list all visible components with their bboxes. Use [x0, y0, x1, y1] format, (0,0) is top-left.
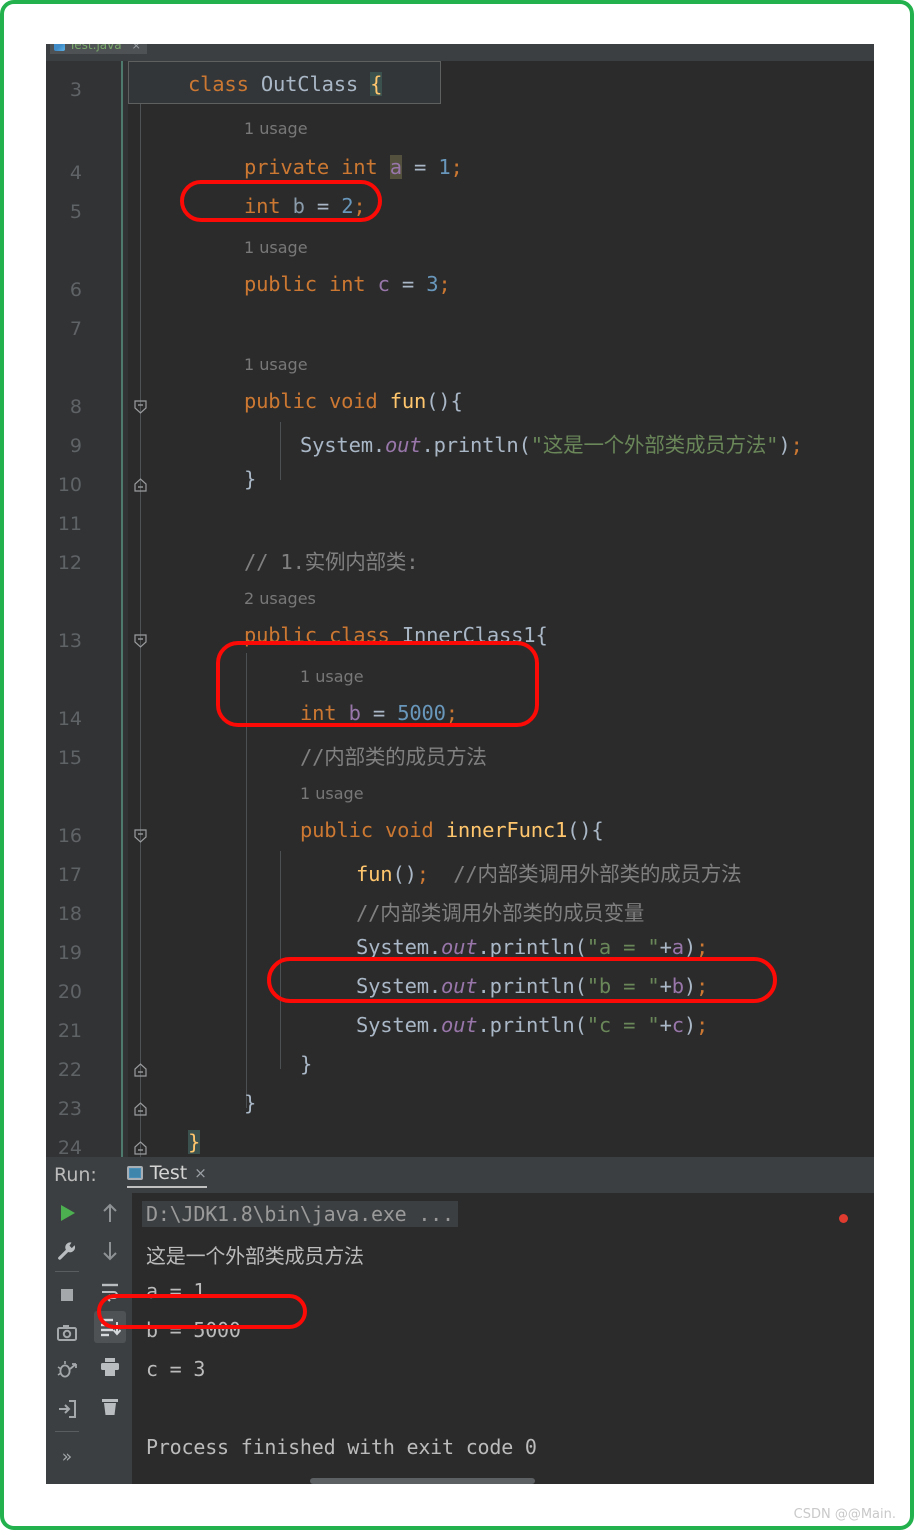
usage-hint[interactable]: 1 usage: [244, 238, 308, 257]
more-button[interactable]: »: [51, 1441, 83, 1473]
line-number: 21: [57, 1020, 82, 1042]
line-number-gutter: 3 4 5 6 7 8 9 10 11 12 13 14 15 16 17 18…: [46, 61, 128, 1157]
console-output[interactable]: D:\JDK1.8\bin\java.exe ... 这是一个外部类成员方法 a…: [132, 1193, 874, 1484]
editor-tab-label: Test.java: [69, 44, 122, 52]
run-toolbar-right: [88, 1193, 132, 1484]
editor-tab-strip: Test.java ×: [46, 44, 874, 61]
code-line-14[interactable]: int b = 5000;: [300, 701, 458, 725]
console-line: 这是一个外部类成员方法: [146, 1244, 364, 1268]
screenshot-button[interactable]: [51, 1317, 83, 1349]
console-status-dot: [839, 1214, 848, 1223]
line-number: 9: [69, 435, 82, 457]
line-number: 3: [69, 79, 82, 101]
screenshot-frame: Test.java × 3 4 5 6 7 8 9 10 11 12 13 14…: [0, 0, 914, 1530]
usage-hint[interactable]: 1 usage: [244, 355, 308, 374]
code-line-13[interactable]: public class InnerClass1{: [244, 623, 548, 647]
line-number: 20: [57, 981, 82, 1003]
close-icon[interactable]: ×: [194, 1164, 207, 1182]
java-file-icon: [54, 44, 65, 51]
console-line: c = 3: [146, 1357, 206, 1381]
stop-button[interactable]: [51, 1279, 83, 1311]
code-line-12[interactable]: // 1.实例内部类:: [244, 545, 419, 575]
console-line: Process finished with exit code 0: [146, 1435, 537, 1459]
code-line-18[interactable]: //内部类调用外部类的成员变量: [356, 896, 644, 926]
settings-button[interactable]: [51, 1235, 83, 1267]
line-number: 18: [57, 903, 82, 925]
run-tab-test[interactable]: Test ×: [126, 1162, 207, 1188]
debug-button[interactable]: [51, 1355, 83, 1387]
code-line-8[interactable]: public void fun(){: [244, 389, 463, 413]
indent-guide: [280, 851, 281, 1069]
close-icon[interactable]: ×: [132, 44, 141, 52]
gutter-separator: [121, 61, 123, 1157]
line-number: 8: [69, 396, 82, 418]
code-line-16[interactable]: public void innerFunc1(){: [300, 818, 604, 842]
usage-hint[interactable]: 2 usages: [244, 589, 316, 608]
run-label: Run:: [54, 1164, 97, 1186]
line-number: 15: [57, 747, 82, 769]
run-tab-label: Test: [149, 1162, 188, 1184]
line-number: 10: [57, 474, 82, 496]
usage-hint[interactable]: 1 usage: [300, 667, 364, 686]
line-number: 4: [69, 162, 82, 184]
line-number: 7: [69, 318, 82, 340]
code-content[interactable]: class OutClass { 1 usage private int a =…: [128, 61, 874, 1157]
ide-window: Test.java × 3 4 5 6 7 8 9 10 11 12 13 14…: [46, 44, 874, 1484]
code-line-5[interactable]: int b = 2;: [244, 194, 366, 218]
console-line: a = 1: [146, 1279, 206, 1303]
line-number: 16: [57, 825, 82, 847]
code-line-17[interactable]: fun(); //内部类调用外部类的成员方法: [356, 857, 742, 887]
console-line: b = 5000: [146, 1318, 241, 1342]
toolbar-divider: [55, 1271, 79, 1272]
run-panel-header: Run: Test ×: [46, 1157, 874, 1193]
console-line: D:\JDK1.8\bin\java.exe ...: [142, 1201, 458, 1227]
run-toolbar-left: »: [46, 1193, 88, 1484]
run-tool-window: Run: Test × » D:\JDK1.8\bin\java.exe ...…: [46, 1157, 874, 1484]
soft-wrap-button[interactable]: [94, 1275, 126, 1307]
indent-guide: [280, 422, 281, 480]
code-line-19[interactable]: System.out.println("a = "+a);: [356, 935, 708, 959]
line-number: 23: [57, 1098, 82, 1120]
scroll-to-end-button[interactable]: [94, 1311, 126, 1343]
code-line-9[interactable]: System.out.println("这是一个外部类成员方法");: [300, 428, 803, 458]
code-line-4[interactable]: private int a = 1;: [244, 155, 463, 179]
line-number: 24: [57, 1137, 82, 1157]
editor-tab-test-java[interactable]: Test.java ×: [50, 44, 147, 54]
console-horizontal-scrollbar[interactable]: [310, 1478, 535, 1484]
code-editor[interactable]: 3 4 5 6 7 8 9 10 11 12 13 14 15 16 17 18…: [46, 61, 874, 1157]
code-line-10[interactable]: }: [244, 467, 256, 491]
line-number: 11: [57, 513, 82, 535]
code-line-6[interactable]: public int c = 3;: [244, 272, 451, 296]
code-line-24[interactable]: }: [188, 1130, 200, 1154]
code-line-15[interactable]: //内部类的成员方法: [300, 740, 487, 770]
toolbar-divider: [55, 1431, 79, 1432]
export-button[interactable]: [51, 1393, 83, 1425]
line-number: 5: [69, 201, 82, 223]
line-number: 22: [57, 1059, 82, 1081]
line-number: 14: [57, 708, 82, 730]
indent-guide: [246, 653, 247, 1108]
code-line-23[interactable]: }: [244, 1091, 256, 1115]
code-line-21[interactable]: System.out.println("c = "+c);: [356, 1013, 708, 1037]
usage-hint[interactable]: 1 usage: [244, 119, 308, 138]
run-config-icon: [126, 1166, 143, 1180]
code-line-20[interactable]: System.out.println("b = "+b);: [356, 974, 708, 998]
rerun-button[interactable]: [51, 1197, 83, 1229]
up-button[interactable]: [94, 1197, 126, 1229]
usage-hint[interactable]: 1 usage: [300, 784, 364, 803]
more-chevrons-icon: »: [61, 1447, 73, 1467]
watermark: CSDN @@Main.: [793, 1507, 896, 1522]
line-number: 6: [69, 279, 82, 301]
line-number: 17: [57, 864, 82, 886]
code-line-3[interactable]: class OutClass {: [188, 72, 383, 96]
line-number: 13: [57, 630, 82, 652]
code-line-22[interactable]: }: [300, 1052, 312, 1076]
print-button[interactable]: [94, 1351, 126, 1383]
line-number: 12: [57, 552, 82, 574]
down-button[interactable]: [94, 1235, 126, 1267]
line-number: 19: [57, 942, 82, 964]
clear-all-button[interactable]: [94, 1391, 126, 1423]
